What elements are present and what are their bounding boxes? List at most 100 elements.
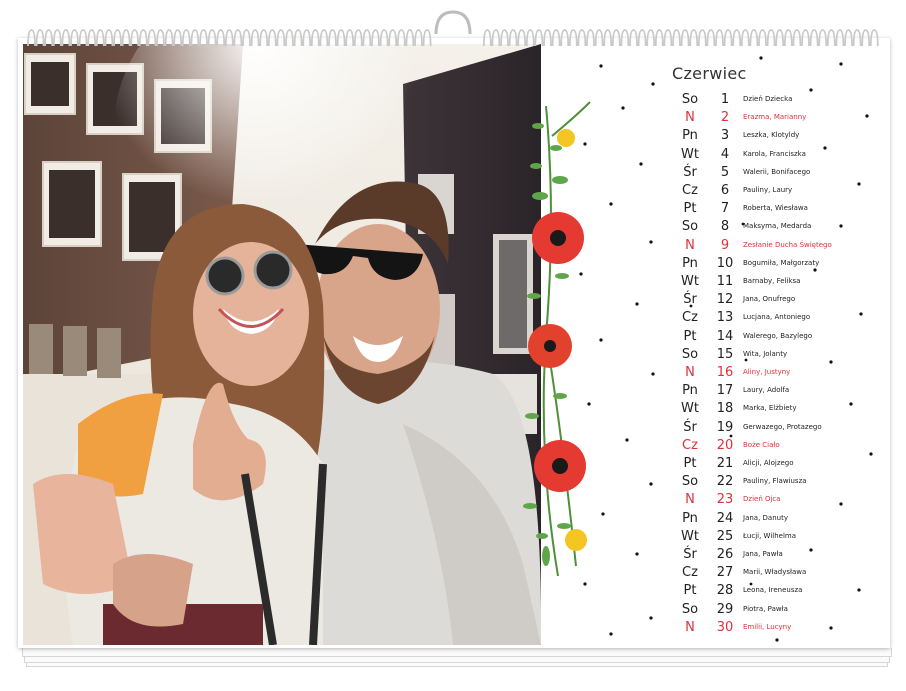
- name-day-label: Roberta, Wiesława: [743, 204, 808, 213]
- weekday-label: Cz: [682, 565, 698, 581]
- binding-coil: [199, 29, 208, 47]
- binding-coil: [61, 29, 71, 47]
- weekday-label: Wt: [681, 401, 699, 417]
- binding-coil: [70, 29, 79, 47]
- binding-coil: [293, 29, 303, 47]
- day-number: 5: [720, 164, 730, 180]
- binding-coil: [809, 29, 819, 47]
- weekday-label: N: [685, 365, 695, 380]
- binding-coil: [586, 29, 595, 47]
- binding-coil: [611, 29, 621, 47]
- day-number: 6: [720, 183, 730, 198]
- binding-coil: [147, 29, 157, 47]
- binding-coil: [620, 29, 630, 47]
- name-day-label: Pauliny, Flawiusza: [743, 477, 807, 486]
- day-number: 20: [716, 437, 734, 453]
- name-day-label: Jana, Danuty: [743, 513, 788, 522]
- name-day-label: Barnaby, Feliksa: [743, 277, 801, 285]
- binding-coil: [715, 29, 724, 47]
- binding-coil: [276, 29, 286, 47]
- weekday-label: Pt: [683, 456, 697, 471]
- name-day-label: Leszka, Klotyldy: [743, 131, 800, 140]
- name-day-label: Zesłanie Ducha Świętego: [743, 240, 832, 249]
- weekday-label: Wt: [681, 528, 699, 544]
- name-day-label: Piotra, Pawła: [743, 604, 788, 613]
- day-number: 19: [716, 419, 734, 435]
- binding-coil: [379, 29, 389, 47]
- binding-coil: [852, 29, 862, 47]
- binding-coil: [121, 29, 131, 47]
- binding-coil: [113, 29, 122, 47]
- binding-coil: [646, 29, 656, 47]
- binding-coil: [732, 29, 742, 47]
- binding-coil: [138, 29, 148, 47]
- name-day-label: Dzień Dziecka: [743, 95, 793, 103]
- weekday-label: Wt: [681, 274, 699, 289]
- binding-coil: [818, 29, 828, 47]
- poppy-flower-border: [523, 101, 591, 577]
- name-day-label: Jana, Pawła: [743, 550, 783, 558]
- binding-coil: [95, 29, 105, 47]
- weekday-label: Śr: [683, 164, 697, 180]
- page-stack-edge-2: [24, 656, 890, 663]
- weekday-label: Pn: [682, 255, 698, 271]
- weekday-label: So: [681, 219, 699, 235]
- weekday-label: Cz: [682, 437, 698, 453]
- name-day-label: Łucji, Wilhelma: [743, 531, 797, 540]
- name-day-label: Leona, Ireneusza: [743, 586, 803, 595]
- day-number: 13: [716, 310, 734, 326]
- name-day-label: Lucjana, Antoniego: [743, 313, 811, 322]
- binding-coil: [508, 29, 518, 47]
- binding-coil: [242, 29, 251, 47]
- page-stack-edge-1: [22, 648, 892, 657]
- weekday-label: N: [685, 237, 695, 253]
- binding-coil: [328, 29, 337, 47]
- day-number: 9: [720, 237, 730, 253]
- name-day-label: Maksyma, Medarda: [743, 222, 812, 231]
- binding-coil: [543, 29, 552, 47]
- name-day-label: Emilii, Lucyny: [743, 622, 792, 631]
- weekday-label: Pn: [682, 383, 698, 399]
- day-number: 2: [720, 110, 730, 126]
- day-number: 28: [716, 583, 734, 599]
- day-number: 24: [716, 510, 734, 526]
- weekday-label: So: [681, 92, 699, 107]
- binding-coil: [560, 29, 570, 47]
- binding-coil: [233, 29, 243, 47]
- day-number: 8: [720, 219, 730, 235]
- binding-coil: [190, 29, 200, 47]
- name-day-label: Gerwazego, Protazego: [743, 422, 822, 431]
- binding-coil: [164, 29, 174, 47]
- binding-coil: [680, 29, 690, 47]
- name-day-label: Walerego, Bazylego: [743, 331, 813, 340]
- binding-coil: [697, 29, 707, 47]
- day-number: 21: [716, 456, 734, 471]
- binding-coil: [267, 29, 277, 47]
- binding-coil: [723, 29, 733, 47]
- day-number: 18: [716, 401, 734, 417]
- binding-coil: [792, 29, 802, 47]
- binding-coil: [405, 29, 415, 47]
- binding-coil: [758, 29, 767, 47]
- name-day-label: Erazma, Marianny: [743, 113, 807, 122]
- binding-coil: [740, 29, 750, 47]
- name-day-label: Boże Ciało: [743, 440, 780, 449]
- day-number: 12: [716, 292, 734, 308]
- binding-coil: [302, 29, 312, 47]
- binding-coil: [482, 29, 492, 47]
- binding-coil: [181, 29, 191, 47]
- name-day-label: Aliny, Justyny: [743, 368, 791, 376]
- binding-coil: [801, 29, 810, 47]
- binding-coil: [689, 29, 699, 47]
- binding-coil: [27, 29, 36, 47]
- binding-coil: [353, 29, 363, 47]
- binding-coil: [594, 29, 604, 47]
- day-number: 16: [716, 365, 734, 380]
- binding-coil: [319, 29, 329, 47]
- weekday-label: N: [685, 619, 695, 635]
- day-number: 11: [716, 274, 734, 289]
- day-number: 17: [716, 383, 734, 399]
- binding-coil: [766, 29, 776, 47]
- name-day-label: Jana, Onufrego: [743, 295, 796, 304]
- calendar-photo: [23, 44, 541, 645]
